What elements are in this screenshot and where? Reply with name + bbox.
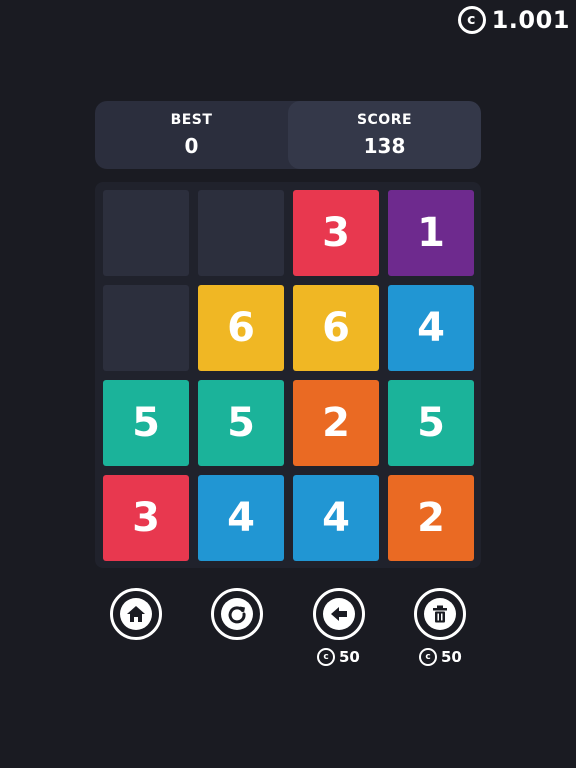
coin-balance: c 1.001 xyxy=(457,6,570,34)
trash-button[interactable] xyxy=(414,588,466,640)
tile: 6 xyxy=(198,285,284,371)
home-icon xyxy=(120,598,152,630)
undo-cost: c 50 xyxy=(317,648,360,666)
restart-button[interactable] xyxy=(211,588,263,640)
score-value: 138 xyxy=(363,134,406,158)
tile: 4 xyxy=(388,285,474,371)
best-value: 0 xyxy=(184,134,199,158)
score-label: SCORE xyxy=(356,112,413,128)
coin-icon: c xyxy=(419,648,437,666)
trash-icon xyxy=(424,598,456,630)
trash-cost: c 50 xyxy=(419,648,462,666)
tile: 3 xyxy=(293,190,379,276)
undo-button[interactable] xyxy=(313,588,365,640)
current-score-panel: SCORE 138 xyxy=(288,101,481,169)
trash-cost-value: 50 xyxy=(441,648,462,666)
tile: 5 xyxy=(388,380,474,466)
restart-icon xyxy=(221,598,253,630)
coin-icon: c xyxy=(317,648,335,666)
empty-cell xyxy=(103,190,189,276)
empty-cell xyxy=(103,285,189,371)
coin-icon: c xyxy=(457,6,486,34)
scoreboard: BEST 0 SCORE 138 xyxy=(95,101,481,169)
arrow-left-icon xyxy=(323,598,355,630)
undo-cost-value: 50 xyxy=(339,648,360,666)
tile: 4 xyxy=(198,475,284,561)
best-label: BEST xyxy=(170,112,213,128)
tile: 3 xyxy=(103,475,189,561)
tile: 5 xyxy=(103,380,189,466)
tile: 2 xyxy=(388,475,474,561)
tile: 5 xyxy=(198,380,284,466)
tile: 1 xyxy=(388,190,474,276)
tile: 4 xyxy=(293,475,379,561)
tile: 2 xyxy=(293,380,379,466)
game-board[interactable]: 3166455253442 xyxy=(95,182,481,568)
home-button[interactable] xyxy=(110,588,162,640)
coin-amount: 1.001 xyxy=(491,6,570,34)
controls-bar: c 50 c 50 xyxy=(0,588,576,668)
best-score-panel: BEST 0 xyxy=(95,101,288,169)
empty-cell xyxy=(198,190,284,276)
tile: 6 xyxy=(293,285,379,371)
